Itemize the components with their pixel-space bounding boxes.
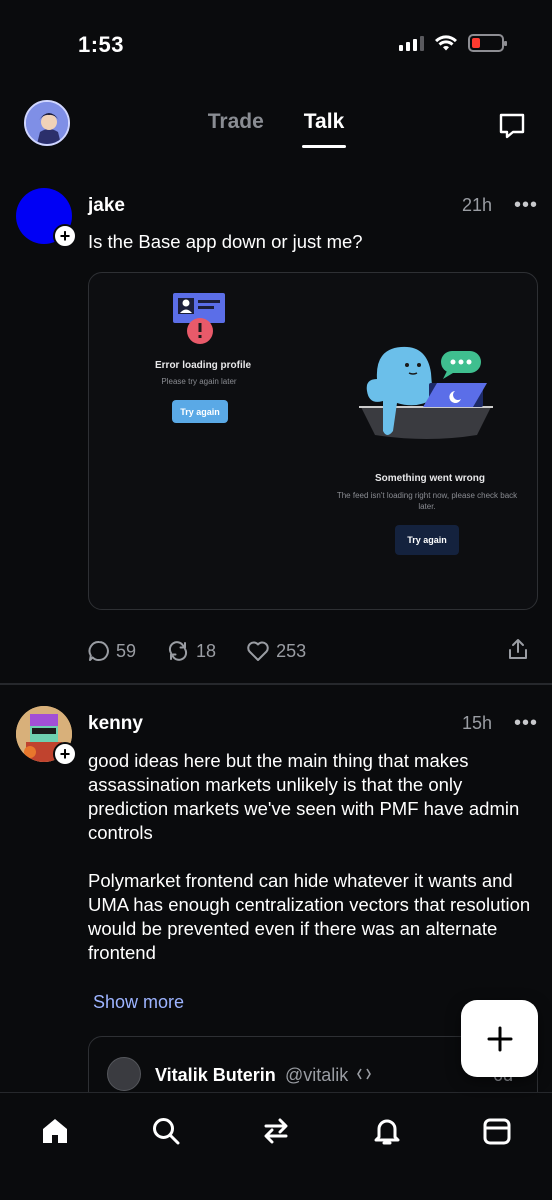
swap-icon[interactable] bbox=[260, 1115, 292, 1147]
notifications-bell-icon[interactable] bbox=[371, 1115, 403, 1147]
tab-trade[interactable]: Trade bbox=[208, 110, 264, 148]
like-count: 253 bbox=[276, 640, 307, 661]
reply-count: 59 bbox=[116, 640, 137, 661]
post-text: good ideas here but the main thing that … bbox=[88, 750, 531, 963]
profile-card-illustration bbox=[173, 293, 225, 344]
quoted-author-handle: @vitalik bbox=[285, 1065, 349, 1085]
heart-icon bbox=[247, 641, 269, 661]
status-icons bbox=[399, 34, 507, 52]
post-text: Is the Base app down or just me? bbox=[88, 231, 363, 252]
show-more-link[interactable]: Show more bbox=[93, 992, 184, 1013]
wifi-icon bbox=[435, 35, 457, 51]
post-author-name[interactable]: kenny bbox=[88, 713, 143, 735]
like-action[interactable]: 253 bbox=[246, 640, 306, 662]
reply-action[interactable]: 59 bbox=[88, 640, 136, 662]
post-image[interactable]: Error loading profile Please try again l… bbox=[88, 272, 538, 610]
something-went-wrong-title: Something went wrong bbox=[375, 473, 485, 484]
compose-button[interactable] bbox=[461, 1000, 538, 1077]
recast-action[interactable]: 18 bbox=[166, 640, 216, 662]
post-actions: 59 18 253 bbox=[88, 637, 538, 665]
follow-plus-icon[interactable]: + bbox=[53, 224, 77, 248]
quoted-author-avatar bbox=[107, 1057, 141, 1091]
post-timestamp: 15h bbox=[461, 713, 492, 733]
verified-badge-icon bbox=[357, 1068, 371, 1080]
home-icon[interactable] bbox=[39, 1115, 71, 1147]
search-icon[interactable] bbox=[150, 1115, 182, 1147]
more-options-icon[interactable]: ••• bbox=[514, 194, 538, 217]
post-timestamp: 21h bbox=[461, 195, 492, 215]
wallet-icon[interactable] bbox=[481, 1115, 513, 1147]
status-bar: 1:53 bbox=[0, 0, 552, 90]
recast-count: 18 bbox=[196, 640, 217, 661]
blob-laptop-illustration bbox=[359, 346, 493, 439]
follow-plus-icon[interactable]: + bbox=[53, 742, 77, 766]
plus-icon bbox=[487, 1026, 512, 1051]
post-divider bbox=[0, 683, 552, 685]
share-icon[interactable] bbox=[506, 637, 530, 661]
status-time: 1:53 bbox=[78, 32, 125, 57]
recast-icon bbox=[168, 641, 188, 661]
messages-icon[interactable] bbox=[496, 110, 528, 142]
try-again-button-left[interactable]: Try again bbox=[172, 400, 228, 423]
comment-icon bbox=[88, 641, 109, 661]
bottom-navigation bbox=[0, 1092, 552, 1200]
post-author-name[interactable]: jake bbox=[88, 195, 125, 217]
signal-icon bbox=[399, 35, 424, 51]
battery-icon bbox=[468, 34, 507, 52]
tab-talk[interactable]: Talk bbox=[304, 110, 344, 148]
more-options-icon[interactable]: ••• bbox=[514, 712, 538, 735]
something-went-wrong-subtitle: The feed isn't loading right now, please… bbox=[336, 491, 518, 511]
top-header: Trade Talk bbox=[0, 96, 552, 162]
error-loading-title: Error loading profile bbox=[155, 360, 252, 371]
quoted-author-name: Vitalik Buterin bbox=[155, 1065, 276, 1085]
feed-tabs: Trade Talk bbox=[0, 110, 552, 148]
try-again-button-right[interactable]: Try again bbox=[395, 525, 459, 555]
error-loading-subtitle: Please try again later bbox=[161, 377, 237, 386]
